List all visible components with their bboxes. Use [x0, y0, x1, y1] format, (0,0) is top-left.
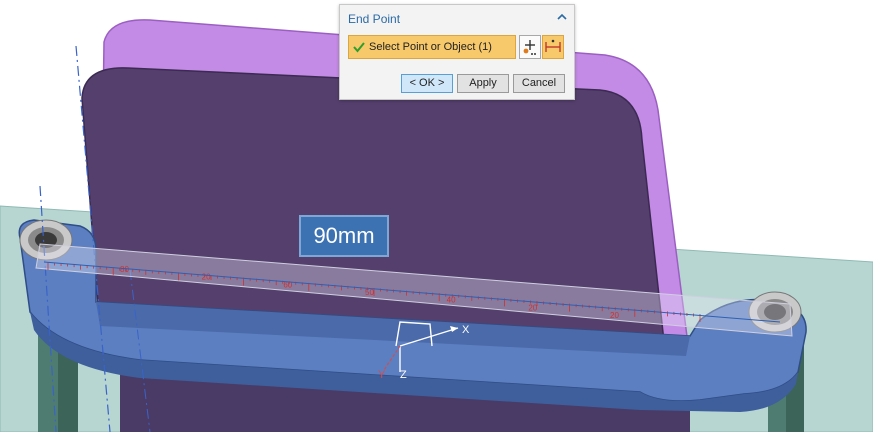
triad-x-label: X: [462, 324, 470, 336]
cancel-button[interactable]: Cancel: [513, 74, 565, 93]
triad-y-label: Y: [378, 369, 386, 381]
measure-distance-button[interactable]: [542, 35, 564, 59]
ruler-tick-label: 40: [447, 296, 456, 305]
dialog-title: End Point: [348, 12, 401, 26]
ruler-tick-label: 50: [365, 288, 374, 297]
point-constructor-icon: [523, 40, 536, 55]
point-constructor-button[interactable]: [519, 35, 541, 59]
measure-distance-icon: [545, 39, 561, 52]
dialog-header[interactable]: End Point: [340, 5, 574, 31]
checkmark-icon: [353, 42, 365, 53]
ruler-tick-label: 20: [528, 303, 537, 312]
ruler-tick-label: 20: [202, 273, 211, 282]
triad-z-label: Z: [400, 369, 407, 381]
ruler-tick-label: 80: [120, 265, 129, 274]
ruler-tick-label: 20: [610, 311, 619, 320]
apply-button[interactable]: Apply: [457, 74, 509, 93]
dimension-label[interactable]: 90mm: [299, 215, 389, 257]
ok-button[interactable]: < OK >: [401, 74, 453, 93]
end-point-dialog: End Point Select Point or Object (1) < O…: [339, 4, 575, 100]
chevron-up-icon[interactable]: [556, 11, 568, 23]
selection-row[interactable]: Select Point or Object (1): [348, 35, 516, 59]
selection-label: Select Point or Object (1): [369, 41, 492, 53]
